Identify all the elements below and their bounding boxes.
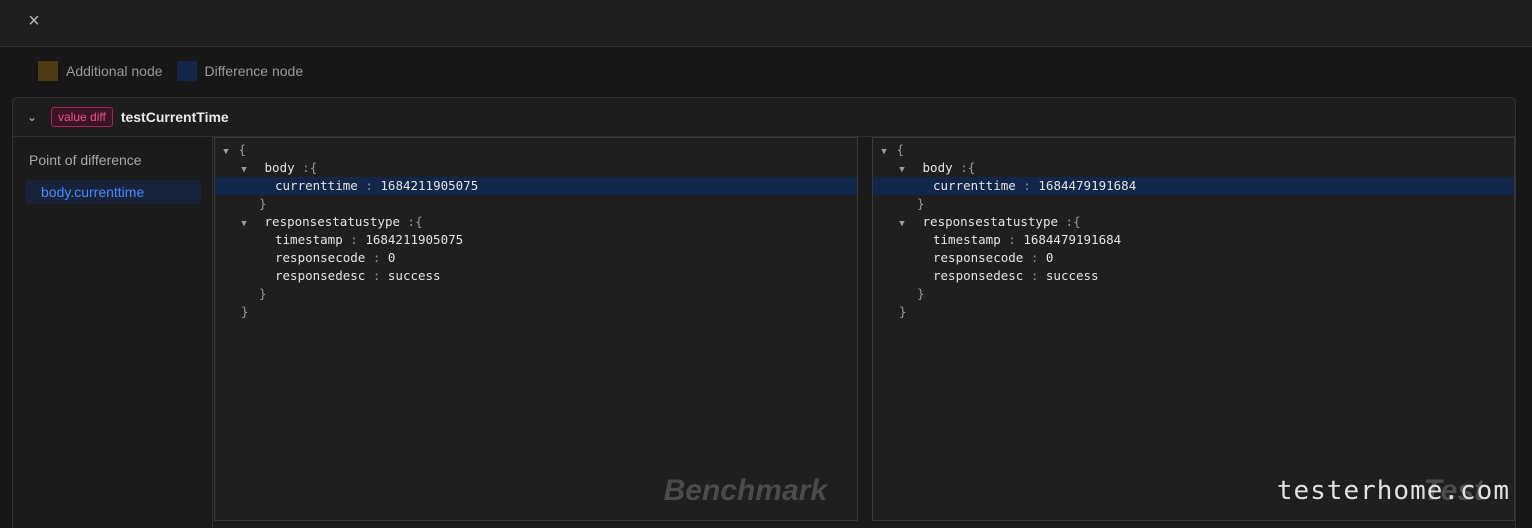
tree-row: responsedesc : success <box>275 268 441 283</box>
tree-row-diff: currenttime : 1684211905075 <box>215 177 857 195</box>
tree-row-diff: currenttime : 1684479191684 <box>873 177 1514 195</box>
tree-row: ▼ { <box>873 141 1514 159</box>
tree-row: } <box>259 196 267 211</box>
case-header[interactable]: ⌄ value diff testCurrentTime <box>13 98 1515 137</box>
tree-row: ▼ body :{ <box>215 159 857 177</box>
site-watermark: testerhome.com <box>1276 476 1510 506</box>
case-title: testCurrentTime <box>120 109 229 125</box>
json-value: 1684211905075 <box>365 232 464 247</box>
additional-swatch <box>38 61 58 81</box>
json-value: success <box>387 268 441 283</box>
tree-row: responsecode : 0 <box>275 250 396 265</box>
status-badge: value diff <box>51 107 113 127</box>
json-value: 0 <box>1045 250 1054 265</box>
json-value: success <box>1045 268 1099 283</box>
json-key: body <box>264 160 295 175</box>
test-json-pane: ▼ { ▼ body :{ currenttime : 168447919168… <box>872 137 1515 521</box>
json-value: 0 <box>387 250 396 265</box>
tree-row: timestamp : 1684211905075 <box>275 232 464 247</box>
sidebar-title: Point of difference <box>29 152 142 168</box>
legend-label: Difference node <box>204 63 304 79</box>
diff-case-panel: ⌄ value diff testCurrentTime Point of di… <box>12 97 1516 528</box>
json-tree: ▼ { ▼ body :{ currenttime : 168447919168… <box>873 141 1514 321</box>
tree-row: responsecode : 0 <box>933 250 1054 265</box>
json-key: responsedesc <box>933 268 1024 283</box>
json-key: responsestatustype <box>264 214 400 229</box>
sidebar-item-body-currenttime[interactable]: body.currenttime <box>25 180 201 204</box>
legend: Additional node Difference node <box>38 61 317 81</box>
tree-row: } <box>899 304 907 319</box>
tree-row: ▼ responsestatustype :{ <box>873 213 1514 231</box>
json-value: 1684479191684 <box>1023 232 1122 247</box>
json-key: responsestatustype <box>922 214 1058 229</box>
json-key: responsedesc <box>275 268 366 283</box>
benchmark-json-pane: ▼ { ▼ body :{ currenttime : 168421190507… <box>214 137 858 521</box>
legend-label: Additional node <box>66 63 163 79</box>
tree-row: ▼ { <box>215 141 857 159</box>
tree-row: } <box>917 286 925 301</box>
legend-item-additional: Additional node <box>38 61 163 81</box>
difference-swatch <box>176 61 197 81</box>
tree-row: } <box>917 196 925 211</box>
json-key: timestamp <box>275 232 343 247</box>
pane-watermark: Benchmark <box>663 474 827 507</box>
top-bar: × <box>0 0 1532 47</box>
close-icon[interactable]: × <box>22 10 46 34</box>
tree-row: ▼ body :{ <box>873 159 1514 177</box>
tree-row: } <box>259 286 267 301</box>
json-value: 1684211905075 <box>380 178 479 193</box>
json-key: currenttime <box>933 178 1016 193</box>
json-key: body <box>922 160 953 175</box>
difference-sidebar: Point of difference body.currenttime <box>13 137 213 528</box>
tree-row: } <box>241 304 249 319</box>
json-key: responsecode <box>275 250 366 265</box>
chevron-down-icon[interactable]: ⌄ <box>13 110 51 124</box>
json-key: timestamp <box>933 232 1001 247</box>
json-value: 1684479191684 <box>1038 178 1137 193</box>
tree-row: responsedesc : success <box>933 268 1099 283</box>
tree-row: timestamp : 1684479191684 <box>933 232 1122 247</box>
json-key: currenttime <box>275 178 358 193</box>
json-tree: ▼ { ▼ body :{ currenttime : 168421190507… <box>215 141 857 321</box>
legend-item-difference: Difference node <box>176 61 304 81</box>
tree-row: ▼ responsestatustype :{ <box>215 213 857 231</box>
json-key: responsecode <box>933 250 1024 265</box>
